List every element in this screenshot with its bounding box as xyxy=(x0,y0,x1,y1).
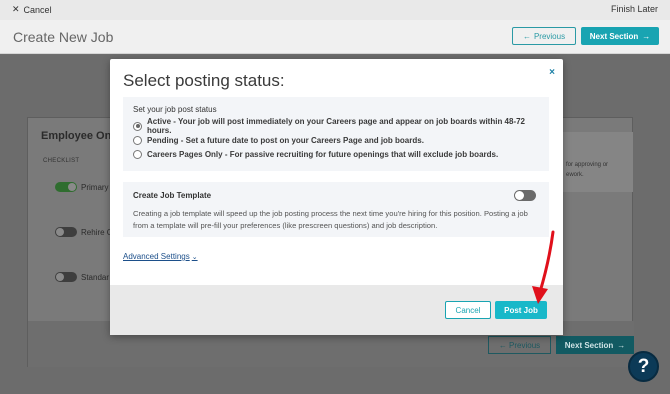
footer-previous-button[interactable]: ← Previous xyxy=(488,336,551,354)
help-button[interactable]: ? xyxy=(628,351,659,382)
arrow-left-icon: ← xyxy=(498,340,510,350)
cancel-button[interactable]: Cancel xyxy=(445,301,491,319)
toggle-switch[interactable] xyxy=(55,227,77,237)
option-label: Active - Your job will post immediately … xyxy=(147,117,526,135)
checklist-label: CHECKLIST xyxy=(43,158,80,164)
side-panel: for approving or ework. xyxy=(563,132,633,192)
row-label: Standar xyxy=(81,272,110,282)
template-section: Create Job Template Creating a job templ… xyxy=(123,182,549,237)
finish-later-link[interactable]: Finish Later xyxy=(611,4,658,14)
status-section: Set your job post status Active - Your j… xyxy=(123,97,549,171)
row-label: Primary xyxy=(81,182,109,192)
template-heading: Create Job Template xyxy=(133,191,212,200)
posting-status-modal: × Select posting status: Set your job po… xyxy=(110,59,563,335)
next-section-button[interactable]: Next Section → xyxy=(581,27,659,45)
footer-next-button[interactable]: Next Section → xyxy=(556,336,634,354)
status-option-careers-only[interactable]: Careers Pages Only - For passive recruit… xyxy=(133,147,539,161)
annotation-arrow-icon xyxy=(532,230,555,304)
next-label: Next Section xyxy=(589,31,639,41)
option-label: Careers Pages Only - For passive recruit… xyxy=(147,149,499,159)
arrow-right-icon: → xyxy=(642,31,651,41)
status-option-active[interactable]: Active - Your job will post immediately … xyxy=(133,117,539,135)
previous-label: Previous xyxy=(533,31,566,41)
side-text: for approving or xyxy=(566,162,609,168)
status-option-pending[interactable]: Pending - Set a future date to post on y… xyxy=(133,133,539,147)
close-icon[interactable]: × xyxy=(549,67,555,78)
footer-next-label: Next Section xyxy=(564,340,614,350)
checklist-row: Rehire C xyxy=(55,227,113,237)
checklist-row: Standar xyxy=(55,272,109,282)
advanced-settings-label: Advanced Settings xyxy=(123,252,190,261)
cancel-link[interactable]: ✕ Cancel xyxy=(12,4,52,15)
close-icon: ✕ xyxy=(12,4,20,14)
modal-footer: Cancel Post Job xyxy=(110,285,563,335)
previous-button[interactable]: ← Previous xyxy=(512,27,576,45)
template-description: Creating a job template will speed up th… xyxy=(133,209,528,230)
option-label: Pending - Set a future date to post on y… xyxy=(147,135,424,145)
advanced-settings-link[interactable]: Advanced Settings ⌄ xyxy=(123,252,198,261)
radio-button[interactable] xyxy=(133,121,142,131)
toggle-switch[interactable] xyxy=(55,272,77,282)
side-text: ework. xyxy=(566,172,584,178)
toggle-switch[interactable] xyxy=(55,182,77,192)
radio-button[interactable] xyxy=(133,149,142,159)
radio-button[interactable] xyxy=(133,135,142,145)
chevron-down-icon: ⌄ xyxy=(191,253,198,261)
page-title: Create New Job xyxy=(13,29,114,45)
modal-title: Select posting status: xyxy=(123,71,285,90)
cancel-label: Cancel xyxy=(23,4,52,15)
arrow-left-icon: ← xyxy=(522,31,531,41)
checklist-row: Primary xyxy=(55,182,109,192)
status-heading: Set your job post status xyxy=(133,105,217,114)
footer-previous-label: Previous xyxy=(509,340,541,350)
template-toggle[interactable] xyxy=(514,190,536,201)
row-label: Rehire C xyxy=(81,227,113,237)
top-bar: ✕ Cancel Finish Later xyxy=(0,0,670,20)
question-icon: ? xyxy=(637,355,650,377)
arrow-right-icon: → xyxy=(617,340,626,350)
